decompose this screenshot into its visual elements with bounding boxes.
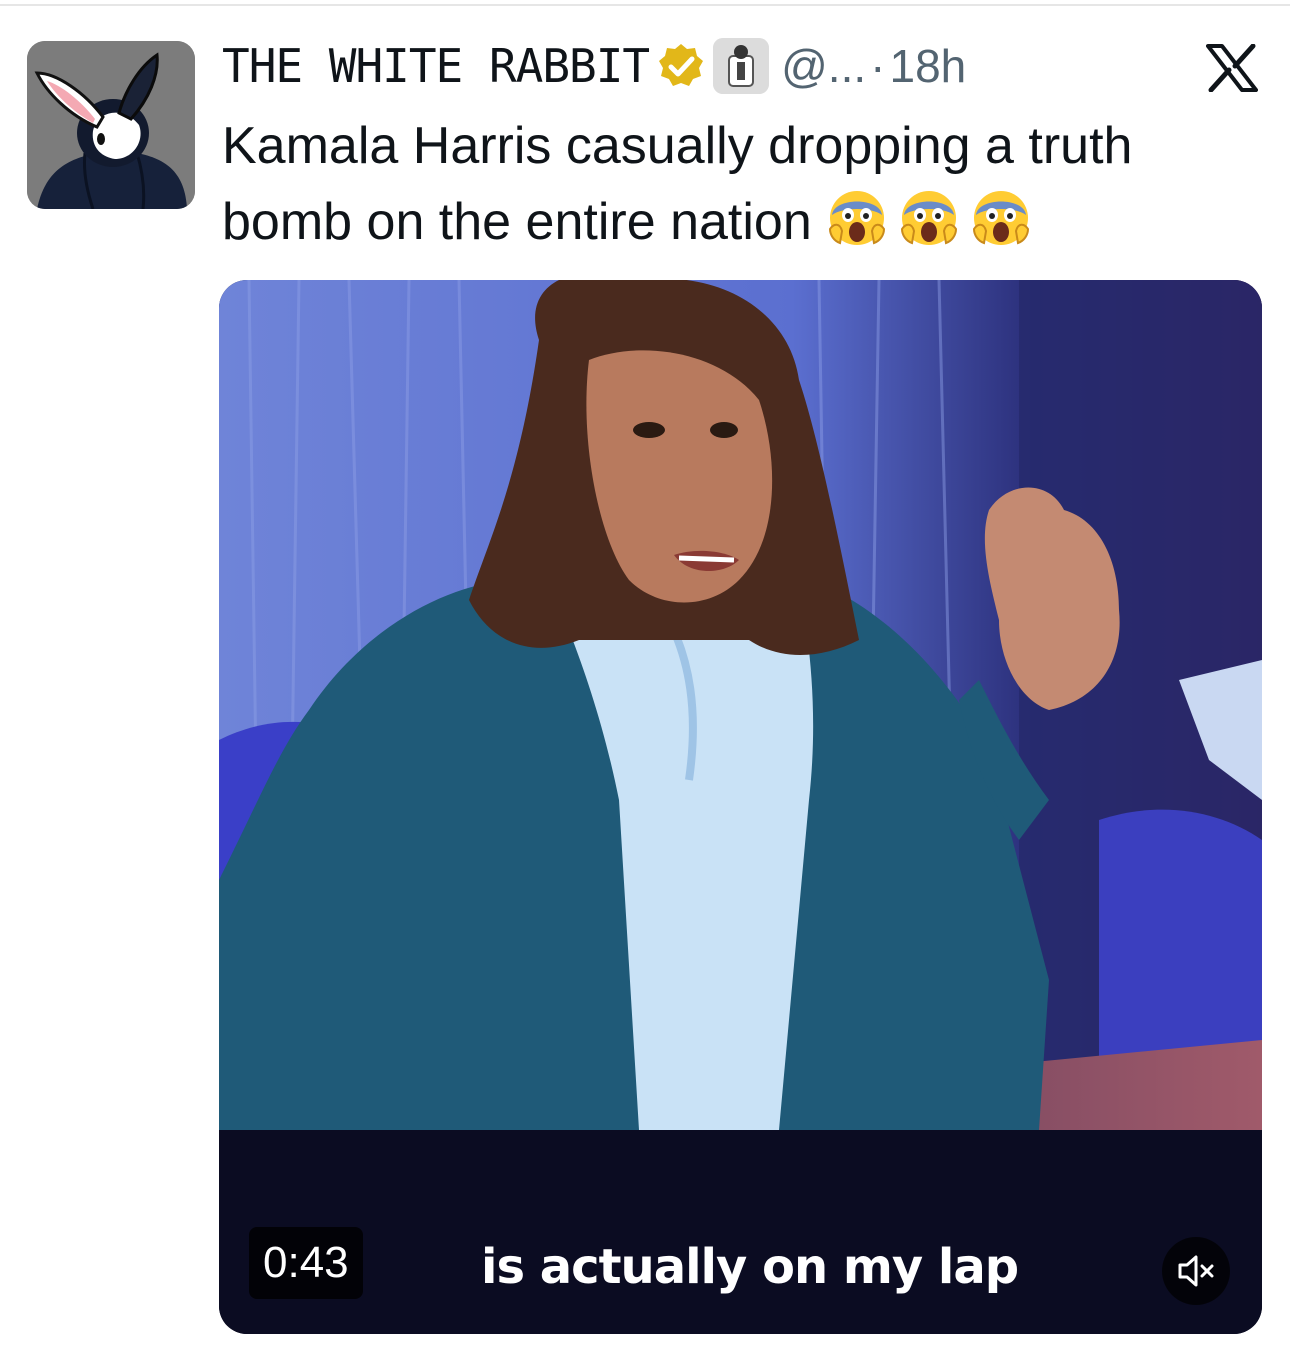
caption-bar	[219, 1130, 1262, 1334]
affiliation-badge-icon[interactable]	[713, 38, 770, 94]
post-time[interactable]: 18h	[889, 39, 966, 93]
video-player[interactable]: 0:43 is actually on my lap	[219, 280, 1262, 1334]
video-subtitle: is actually on my lap	[481, 1239, 1019, 1295]
author-handle[interactable]: @...	[781, 39, 866, 93]
top-divider	[0, 4, 1290, 6]
video-timestamp: 0:43	[249, 1227, 363, 1299]
author-display-name[interactable]: THE WHITE RABBIT	[222, 39, 650, 93]
x-logo-icon[interactable]	[1206, 44, 1258, 92]
rabbit-avatar-icon	[27, 41, 195, 209]
mute-button[interactable]	[1162, 1237, 1230, 1305]
tweet-text: Kamala Harris casually dropping a truth …	[222, 108, 1262, 260]
screaming-face-emoji-icon	[900, 191, 957, 245]
video-frame[interactable]	[219, 280, 1262, 1130]
screaming-face-emoji-icon	[972, 191, 1029, 245]
tweet-header: THE WHITE RABBIT @... · 18h	[222, 38, 1262, 94]
dot-separator: ·	[870, 40, 886, 92]
screaming-face-emoji-icon	[828, 191, 885, 245]
speaker-muted-icon	[1178, 1255, 1214, 1287]
avatar[interactable]	[27, 41, 195, 209]
verified-badge-icon[interactable]	[657, 42, 705, 90]
